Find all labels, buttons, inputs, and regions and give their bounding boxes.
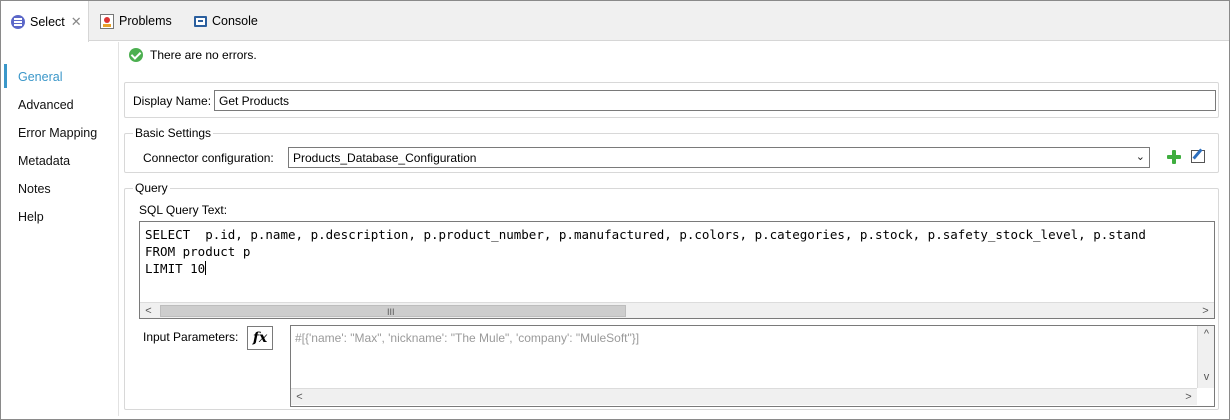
tab-problems-label: Problems xyxy=(119,14,172,28)
add-icon[interactable] xyxy=(1167,150,1181,164)
basic-settings-group: Basic Settings Connector configuration: … xyxy=(124,126,1219,173)
scroll-right-icon[interactable]: > xyxy=(1180,389,1197,405)
scroll-up-icon[interactable]: ^ xyxy=(1198,326,1214,342)
scroll-down-icon[interactable]: v xyxy=(1198,369,1214,385)
validation-status: There are no errors. xyxy=(129,48,257,62)
params-horizontal-scrollbar[interactable]: < > xyxy=(291,388,1197,405)
input-parameters-placeholder: #[{'name': "Max", 'nickname': "The Mule"… xyxy=(295,331,640,345)
status-message: There are no errors. xyxy=(150,48,257,62)
display-name-group: Display Name: Get Products xyxy=(124,82,1219,118)
general-form: There are no errors. Display Name: Get P… xyxy=(118,42,1225,416)
display-name-label: Display Name: xyxy=(133,94,212,108)
tab-console-label: Console xyxy=(212,14,258,28)
query-group: Query SQL Query Text: SELECT p.id, p.nam… xyxy=(124,181,1219,410)
sidebar-item-help[interactable]: Help xyxy=(18,210,44,224)
sidebar-item-general[interactable]: General xyxy=(18,70,62,84)
chevron-down-icon: ⌄ xyxy=(1135,151,1145,163)
connector-config-label: Connector configuration: xyxy=(143,151,274,165)
sidebar-item-notes[interactable]: Notes xyxy=(18,182,51,196)
problems-icon xyxy=(100,13,114,29)
tab-select-label: Select xyxy=(30,14,65,29)
sql-query-text: SELECT p.id, p.name, p.description, p.pr… xyxy=(145,226,1146,277)
sql-line-2: FROM product p xyxy=(145,244,251,259)
connector-config-select[interactable]: Products_Database_Configuration ⌄ xyxy=(288,147,1150,168)
sql-line-1: SELECT p.id, p.name, p.description, p.pr… xyxy=(145,227,1146,242)
sidebar-item-metadata[interactable]: Metadata xyxy=(18,154,70,168)
scroll-right-icon[interactable]: > xyxy=(1197,303,1214,318)
active-indicator xyxy=(4,64,7,88)
tab-select[interactable]: Select ✕ xyxy=(1,1,89,42)
edit-icon[interactable] xyxy=(1191,150,1205,163)
basic-settings-title: Basic Settings xyxy=(133,126,214,140)
text-caret xyxy=(205,261,207,275)
sidebar: General Advanced Error Mapping Metadata … xyxy=(1,42,114,418)
sql-line-3: LIMIT 10 xyxy=(145,261,206,276)
query-title: Query xyxy=(133,181,170,195)
sql-query-editor[interactable]: SELECT p.id, p.name, p.description, p.pr… xyxy=(139,221,1215,319)
tab-console[interactable]: Console xyxy=(194,1,269,41)
grip-icon: III xyxy=(387,307,395,317)
connector-config-value: Products_Database_Configuration xyxy=(293,151,477,165)
input-parameters-editor[interactable]: #[{'name': "Max", 'nickname': "The Mule"… xyxy=(290,325,1215,407)
sql-query-label: SQL Query Text: xyxy=(139,203,228,217)
input-parameters-label: Input Parameters: xyxy=(143,330,239,344)
fx-button[interactable]: fx xyxy=(247,326,273,350)
scroll-left-icon[interactable]: < xyxy=(291,389,308,405)
params-vertical-scrollbar[interactable]: ^ v xyxy=(1197,326,1214,388)
scroll-left-icon[interactable]: < xyxy=(140,303,157,318)
console-icon xyxy=(194,15,207,27)
check-circle-icon xyxy=(129,48,143,62)
database-icon xyxy=(11,14,25,29)
sidebar-item-advanced[interactable]: Advanced xyxy=(18,98,74,112)
scrollbar-thumb[interactable]: III xyxy=(160,305,626,317)
sql-horizontal-scrollbar[interactable]: < III > xyxy=(140,302,1214,318)
tab-problems[interactable]: Problems xyxy=(100,1,180,41)
tab-bar: Select ✕ Problems Console xyxy=(1,1,1229,42)
sidebar-item-error-mapping[interactable]: Error Mapping xyxy=(18,126,97,140)
close-icon[interactable]: ✕ xyxy=(71,14,82,30)
display-name-input[interactable]: Get Products xyxy=(214,90,1216,111)
